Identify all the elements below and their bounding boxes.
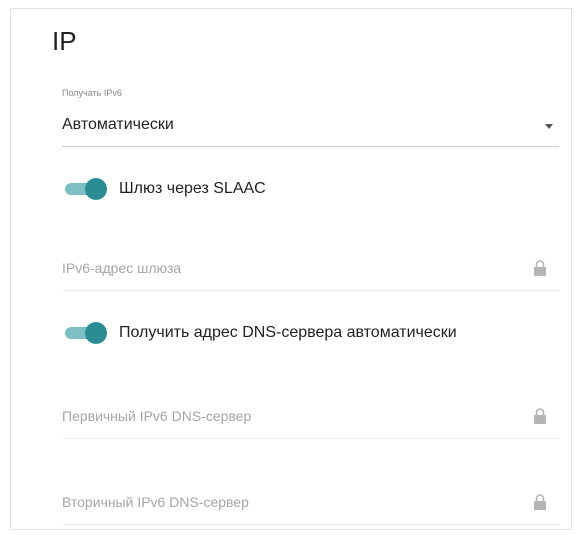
slaac-toggle-row: Шлюз через SLAAC	[65, 178, 266, 200]
toggle-knob	[85, 178, 107, 200]
dns-auto-toggle-label: Получить адрес DNS-сервера автоматически	[119, 324, 457, 341]
gateway-address-field[interactable]: IPv6-адрес шлюза	[62, 250, 559, 291]
section-title: IP	[52, 26, 77, 56]
primary-dns-field[interactable]: Первичный IPv6 DNS-сервер	[62, 398, 559, 439]
dropdown-arrow-icon[interactable]	[545, 124, 553, 129]
lock-icon	[534, 260, 546, 276]
lock-icon	[534, 494, 546, 510]
dns-auto-toggle-row: Получить адрес DNS-сервера автоматически	[65, 322, 457, 344]
slaac-toggle[interactable]	[65, 178, 107, 200]
slaac-toggle-label: Шлюз через SLAAC	[119, 180, 266, 197]
gateway-address-placeholder: IPv6-адрес шлюза	[62, 260, 182, 276]
secondary-dns-placeholder: Вторичный IPv6 DNS-сервер	[62, 494, 249, 510]
ipv6-mode-label: Получать IPv6	[62, 88, 122, 98]
ipv6-mode-value: Автоматически	[62, 116, 174, 133]
primary-dns-placeholder: Первичный IPv6 DNS-сервер	[62, 408, 252, 424]
dns-auto-toggle[interactable]	[65, 322, 107, 344]
toggle-knob	[85, 322, 107, 344]
ipv6-mode-select[interactable]: Получать IPv6 Автоматически	[62, 88, 559, 147]
secondary-dns-field[interactable]: Вторичный IPv6 DNS-сервер	[62, 484, 559, 525]
lock-icon	[534, 408, 546, 424]
